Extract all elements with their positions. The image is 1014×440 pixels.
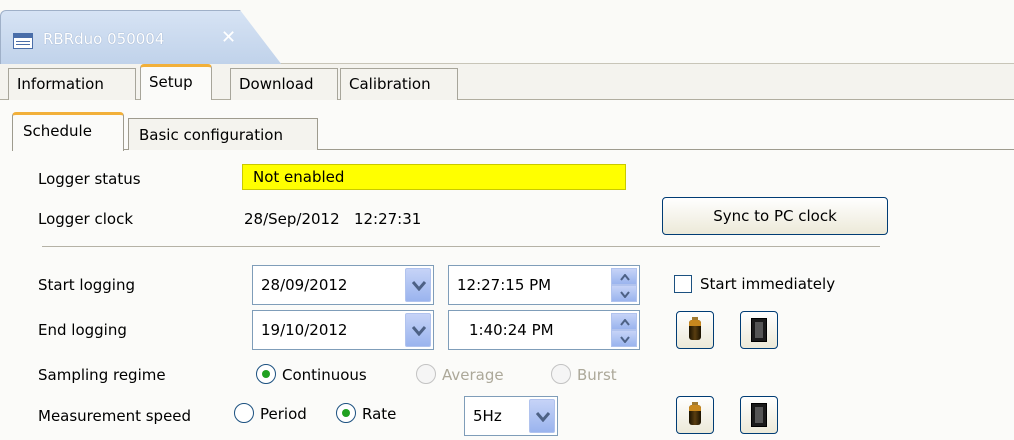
end-logging-label: End logging bbox=[38, 321, 127, 339]
tab-download[interactable]: Download bbox=[230, 68, 338, 100]
radio-selected-dot bbox=[262, 370, 270, 378]
inner-tab-bar: Schedule Basic configuration bbox=[12, 112, 1014, 151]
battery-icon bbox=[689, 402, 701, 425]
start-immediately-checkbox[interactable] bbox=[674, 275, 692, 293]
memory-button[interactable] bbox=[740, 396, 778, 434]
start-date-dropdown[interactable]: 28/09/2012 bbox=[252, 265, 434, 305]
memory-card-icon bbox=[751, 318, 767, 342]
tab-setup[interactable]: Setup bbox=[140, 64, 212, 101]
end-date-value: 19/10/2012 bbox=[261, 321, 348, 339]
outer-tab-bar: Information Setup Download Calibration bbox=[0, 64, 1014, 101]
period-label: Period bbox=[260, 405, 307, 423]
rate-radio[interactable] bbox=[336, 403, 356, 423]
average-label: Average bbox=[442, 366, 504, 384]
continuous-label: Continuous bbox=[282, 366, 367, 384]
start-logging-label: Start logging bbox=[38, 276, 135, 294]
start-time-value: 12:27:15 PM bbox=[457, 276, 552, 294]
spinner-down-icon[interactable] bbox=[611, 330, 637, 347]
tab-basic-configuration[interactable]: Basic configuration bbox=[128, 118, 318, 150]
memory-card-icon bbox=[751, 403, 767, 427]
rate-value: 5Hz bbox=[473, 407, 502, 425]
start-time-spinner[interactable]: 12:27:15 PM bbox=[448, 265, 640, 305]
period-radio[interactable] bbox=[234, 403, 254, 423]
sync-to-pc-clock-button[interactable]: Sync to PC clock bbox=[662, 197, 888, 235]
tab-calibration[interactable]: Calibration bbox=[340, 68, 458, 100]
radio-selected-dot bbox=[342, 409, 350, 417]
logger-clock-label: Logger clock bbox=[38, 210, 134, 228]
editor-tab[interactable]: RBRduo 050004 ✕ bbox=[0, 10, 282, 65]
rate-dropdown[interactable]: 5Hz bbox=[464, 396, 558, 436]
spinner-up-icon[interactable] bbox=[611, 268, 637, 285]
sampling-regime-label: Sampling regime bbox=[38, 366, 166, 384]
editor-tab-strip: RBRduo 050004 ✕ bbox=[0, 0, 1014, 65]
burst-radio bbox=[551, 364, 571, 384]
battery-icon bbox=[689, 317, 701, 340]
rate-label: Rate bbox=[362, 405, 397, 423]
logger-clock-value: 28/Sep/2012 12:27:31 bbox=[244, 210, 422, 228]
chevron-down-icon[interactable] bbox=[405, 313, 431, 347]
chevron-down-icon[interactable] bbox=[405, 268, 431, 302]
end-time-value: 1:40:24 PM bbox=[469, 321, 554, 339]
table-icon bbox=[13, 33, 33, 49]
continuous-radio[interactable] bbox=[256, 364, 276, 384]
editor-tab-title: RBRduo 050004 bbox=[43, 30, 165, 48]
average-radio bbox=[416, 364, 436, 384]
measurement-speed-label: Measurement speed bbox=[38, 407, 192, 425]
burst-label: Burst bbox=[577, 366, 617, 384]
divider bbox=[42, 246, 880, 247]
spinner-down-icon[interactable] bbox=[611, 285, 637, 302]
tab-schedule[interactable]: Schedule bbox=[12, 112, 124, 151]
battery-button[interactable] bbox=[676, 396, 714, 434]
spinner-up-icon[interactable] bbox=[611, 313, 637, 330]
chevron-down-icon[interactable] bbox=[529, 399, 555, 433]
close-icon[interactable]: ✕ bbox=[221, 29, 236, 47]
end-time-spinner[interactable]: 1:40:24 PM bbox=[448, 310, 640, 350]
start-immediately-label: Start immediately bbox=[700, 275, 836, 293]
time-spinner-buttons bbox=[611, 268, 637, 302]
end-date-dropdown[interactable]: 19/10/2012 bbox=[252, 310, 434, 350]
battery-button[interactable] bbox=[676, 311, 714, 349]
time-spinner-buttons bbox=[611, 313, 637, 347]
logger-status-label: Logger status bbox=[38, 170, 141, 188]
start-date-value: 28/09/2012 bbox=[261, 276, 348, 294]
logger-status-value: Not enabled bbox=[242, 164, 626, 190]
tab-information[interactable]: Information bbox=[8, 68, 136, 100]
memory-button[interactable] bbox=[740, 311, 778, 349]
